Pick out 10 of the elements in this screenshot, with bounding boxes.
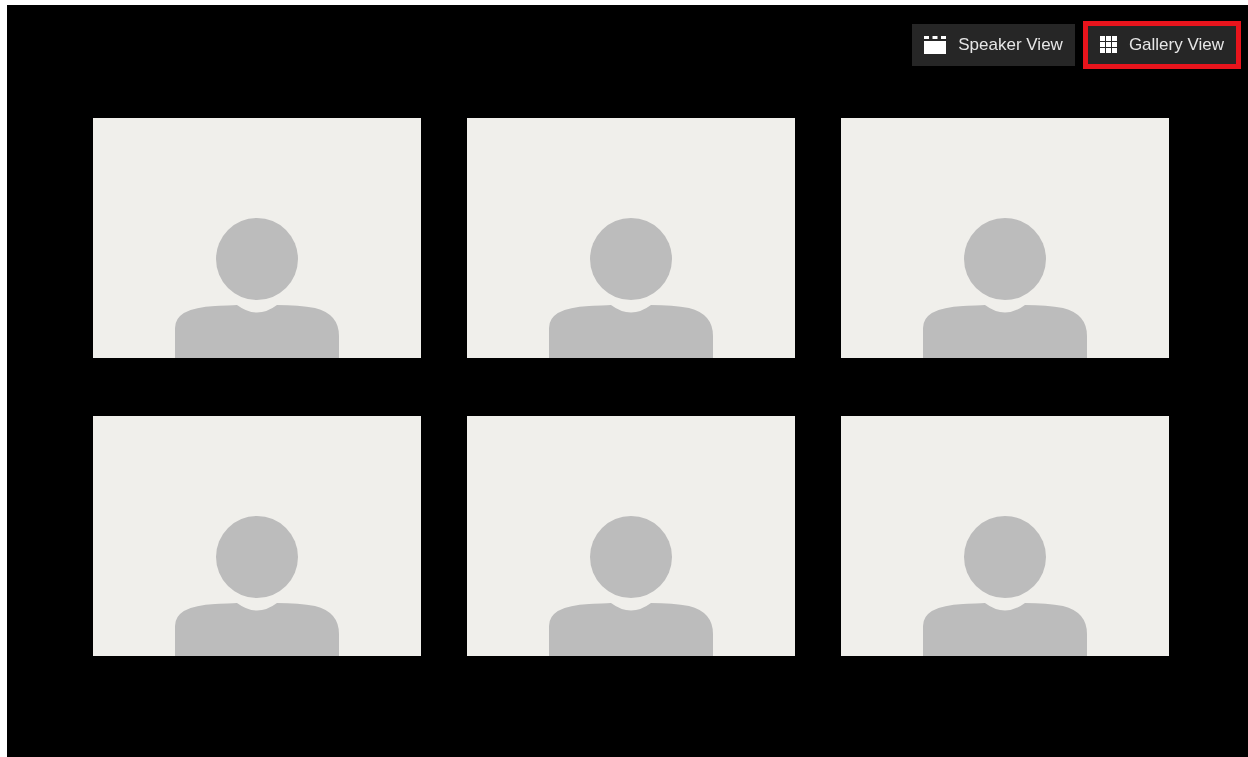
view-button[interactable]: Speaker View: [912, 23, 1075, 66]
avatar-icon: [923, 516, 1087, 656]
grid-icon: [1099, 36, 1117, 53]
avatar-icon: [175, 218, 339, 358]
view-button[interactable]: Gallery View: [1082, 20, 1241, 69]
avatar-icon: [175, 516, 339, 656]
avatar-icon: [549, 516, 713, 656]
avatar-icon: [549, 218, 713, 358]
speaker-view-icon: [924, 35, 947, 54]
avatar-icon: [923, 218, 1087, 358]
